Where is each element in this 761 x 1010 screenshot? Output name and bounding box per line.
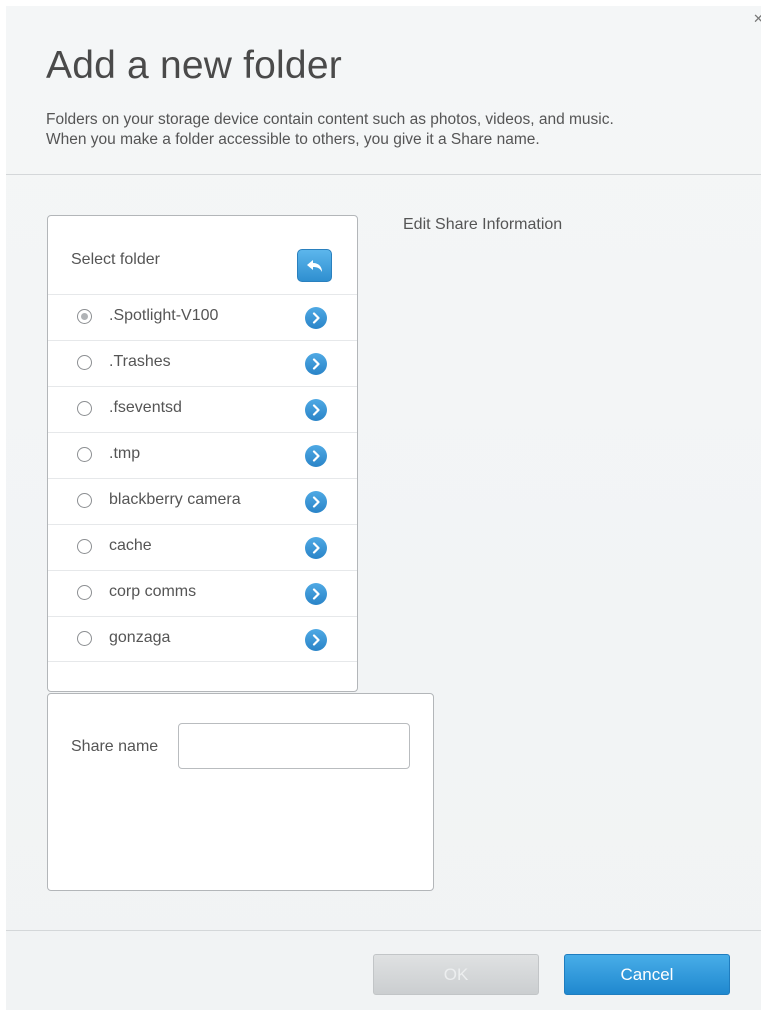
folder-name: blackberry camera [109,491,241,508]
chevron-right-icon[interactable] [305,353,327,375]
back-button[interactable] [297,249,332,282]
header-divider [6,174,761,175]
folder-select-panel: Select folder .Spotlight-V100 .Trashes .fs… [47,215,358,692]
folder-radio[interactable] [77,493,92,508]
share-name-input[interactable] [178,723,410,769]
back-arrow-icon [306,259,322,272]
chevron-right-icon[interactable] [305,399,327,421]
ok-button[interactable]: OK [373,954,539,995]
folder-radio[interactable] [77,401,92,416]
folder-name: corp comms [109,583,197,600]
folder-name: .Spotlight-V100 [109,307,219,324]
folder-radio[interactable] [77,447,92,462]
folder-radio[interactable] [77,309,92,324]
folder-name: .Trashes [109,353,171,370]
edit-share-info-label: Edit Share Information [403,216,563,233]
select-folder-label: Select folder [71,251,160,268]
folder-name: .tmp [109,445,141,462]
chevron-right-icon[interactable] [305,491,327,513]
folder-radio[interactable] [77,539,92,554]
folder-row[interactable]: .fseventsd [48,386,357,432]
folder-name: .fseventsd [109,399,182,416]
folder-row[interactable]: blackberry camera [48,478,357,524]
chevron-right-icon[interactable] [305,629,327,651]
folder-radio[interactable] [77,631,92,646]
folder-row[interactable]: gonzaga [48,616,357,662]
chevron-right-icon[interactable] [305,583,327,605]
folder-radio[interactable] [77,355,92,370]
folder-row[interactable]: .Spotlight-V100 [48,294,357,340]
description-line-1: Folders on your storage device contain c… [46,111,614,128]
folder-name: gonzaga [109,629,171,646]
folder-panel-header: Select folder [48,216,357,294]
cancel-button[interactable]: Cancel [564,954,730,995]
chevron-right-icon[interactable] [305,445,327,467]
description-line-2: When you make a folder accessible to oth… [46,131,540,148]
folder-row[interactable]: cache [48,524,357,570]
folder-radio[interactable] [77,585,92,600]
folder-row[interactable]: .Trashes [48,340,357,386]
footer-divider [6,930,761,931]
folder-name: cache [109,537,152,554]
page-title: Add a new folder [46,44,342,87]
add-folder-dialog: ✕ Add a new folder Folders on your stora… [6,6,761,1010]
share-name-label: Share name [71,738,159,755]
close-icon[interactable]: ✕ [753,12,761,26]
folder-list: .Spotlight-V100 .Trashes .fseventsd .tmp bla… [48,294,357,662]
chevron-right-icon[interactable] [305,537,327,559]
chevron-right-icon[interactable] [305,307,327,329]
folder-row[interactable]: .tmp [48,432,357,478]
folder-row[interactable]: corp comms [48,570,357,616]
share-name-panel: Share name [47,693,434,891]
dialog-description: Folders on your storage device contain c… [46,110,746,150]
